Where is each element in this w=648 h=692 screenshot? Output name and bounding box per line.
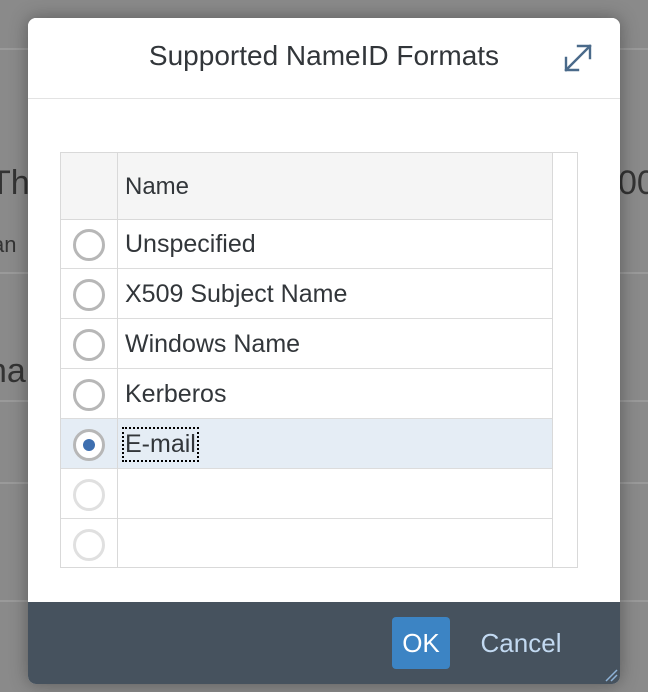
resize-grip-icon[interactable]	[604, 668, 618, 682]
row-label: Windows Name	[125, 330, 301, 358]
row-label: X509 Subject Name	[125, 280, 348, 308]
background-text: 00	[618, 164, 648, 202]
table-row-empty[interactable]	[61, 519, 552, 569]
column-header-name: Name	[125, 173, 190, 200]
ok-button[interactable]: OK	[392, 617, 450, 669]
selection-column-divider	[61, 153, 118, 567]
dialog-title: Supported NameID Formats	[148, 40, 500, 71]
nameid-formats-dialog: Supported NameID Formats Name Unspecifie…	[28, 18, 620, 684]
table-row[interactable]: Windows Name	[61, 319, 552, 369]
expand-icon[interactable]	[560, 40, 596, 76]
column-end-divider	[552, 153, 553, 567]
table-row[interactable]: Kerberos	[61, 369, 552, 419]
row-label: Unspecified	[125, 230, 256, 258]
table-row[interactable]: X509 Subject Name	[61, 269, 552, 319]
row-label: E-mail	[122, 427, 199, 462]
table-row[interactable]: Unspecified	[61, 219, 552, 269]
dialog-header: Supported NameID Formats	[28, 18, 620, 99]
background-text: an	[0, 232, 17, 257]
dialog-footer: OK Cancel	[28, 602, 620, 684]
table-row-selected[interactable]: E-mail	[61, 419, 552, 469]
nameid-table: Name Unspecified X509 Subject Name Windo…	[60, 152, 578, 568]
background-text: na	[0, 352, 26, 390]
cancel-button[interactable]: Cancel	[468, 617, 574, 669]
table-row-empty[interactable]	[61, 469, 552, 519]
row-label: Kerberos	[125, 380, 227, 408]
table-header: Name	[61, 153, 552, 220]
